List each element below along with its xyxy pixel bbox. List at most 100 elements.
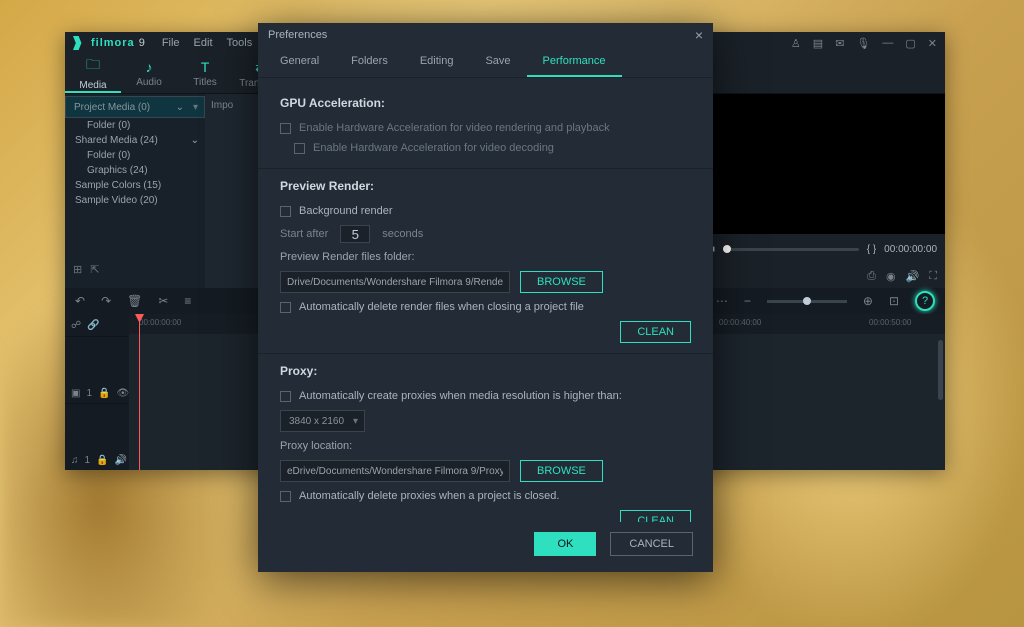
proxy-clean-button[interactable]: CLEAN <box>620 510 691 522</box>
mixer-icon[interactable]: ⋯ <box>716 294 728 308</box>
menu-file[interactable]: File <box>162 37 180 49</box>
prefs-titlebar: Preferences × <box>258 23 713 47</box>
proxy-resolution-select[interactable]: 3840 x 2160 <box>280 410 365 432</box>
volume-icon[interactable]: 🔊 <box>906 270 920 283</box>
tab-general[interactable]: General <box>264 47 335 77</box>
auto-delete-render[interactable]: Automatically delete render files when c… <box>280 297 691 317</box>
undo-button[interactable]: ↶ <box>75 294 85 308</box>
prefs-tabs: General Folders Editing Save Performance <box>258 47 713 78</box>
render-clean-button[interactable]: CLEAN <box>620 321 691 343</box>
preferences-dialog: Preferences × General Folders Editing Sa… <box>258 23 713 572</box>
delete-button[interactable]: 🗑 <box>127 294 142 308</box>
checkbox-icon[interactable] <box>294 143 305 154</box>
tick-2: 00:00:50:00 <box>869 318 911 327</box>
split-button[interactable]: ✂ <box>158 294 168 308</box>
mark-in-out[interactable]: { } <box>867 244 876 255</box>
tab-save[interactable]: Save <box>469 47 526 77</box>
gpu-head: GPU Acceleration: <box>280 96 691 110</box>
audio-track-icon: ♫ <box>71 455 79 466</box>
tab-performance[interactable]: Performance <box>527 47 622 77</box>
chevron-down-icon: ⌄ <box>191 135 199 146</box>
speaker-icon[interactable]: 🔊 <box>115 455 127 466</box>
checkbox-icon[interactable] <box>280 302 291 313</box>
lock-icon[interactable]: 🔒 <box>96 455 108 466</box>
window-close[interactable]: ✕ <box>928 37 937 50</box>
tick-1: 00:00:40:00 <box>719 318 761 327</box>
proxy-loc-input[interactable] <box>280 460 510 482</box>
menu-tools[interactable]: Tools <box>227 37 253 49</box>
mic-icon[interactable]: 🎙 <box>856 37 870 50</box>
lib-shared-media[interactable]: Shared Media (24)⌄ <box>65 133 205 148</box>
redo-button[interactable]: ↷ <box>101 294 111 308</box>
fullscreen-icon[interactable]: ⛶ <box>929 270 937 283</box>
checkbox-icon[interactable] <box>280 391 291 402</box>
bg-render-option[interactable]: Background render <box>280 201 691 221</box>
lock-icon[interactable]: 🔒 <box>98 388 110 399</box>
tab-folders[interactable]: Folders <box>335 47 404 77</box>
lib-folder-0a[interactable]: Folder (0) <box>65 118 205 133</box>
lib-sample-video[interactable]: Sample Video (20) <box>65 193 205 208</box>
render-browse-button[interactable]: BROWSE <box>520 271 603 293</box>
checkbox-icon[interactable] <box>280 123 291 134</box>
library-panel: Project Media (0)⌄ Folder (0) Shared Med… <box>65 94 205 288</box>
mail-icon[interactable]: ✉ <box>835 37 844 50</box>
zoom-slider[interactable] <box>767 300 847 303</box>
help-button[interactable]: ? <box>915 291 935 311</box>
preview-scrubber[interactable] <box>723 248 859 251</box>
cancel-button[interactable]: CANCEL <box>610 532 693 556</box>
zoom-in-icon[interactable]: ⊕ <box>863 294 873 308</box>
adjust-button[interactable]: ≡ <box>184 294 191 308</box>
menu-edit[interactable]: Edit <box>194 37 213 49</box>
checkbox-icon[interactable] <box>280 206 291 217</box>
lib-graphics[interactable]: Graphics (24) <box>65 163 205 178</box>
playhead[interactable] <box>139 314 140 470</box>
import-folder-icon[interactable]: ⇱ <box>90 263 99 276</box>
zoom-out-icon[interactable]: − <box>744 294 751 308</box>
proxy-auto-delete[interactable]: Automatically delete proxies when a proj… <box>280 486 691 506</box>
preview-timecode: 00:00:00:00 <box>884 244 937 255</box>
brand: filmora 9 <box>73 36 146 50</box>
brand-suffix: 9 <box>139 37 146 49</box>
lib-sample-colors[interactable]: Sample Colors (15) <box>65 178 205 193</box>
timeline-scrollbar[interactable] <box>938 340 943 400</box>
notes-icon[interactable]: ▤ <box>813 37 823 50</box>
new-folder-icon[interactable]: ⊞ <box>73 263 82 276</box>
proxy-loc-label: Proxy location: <box>280 436 691 456</box>
user-icon[interactable]: ♙ <box>791 37 801 50</box>
tab-audio[interactable]: ♪Audio <box>121 54 177 93</box>
eye-icon[interactable]: 👁 <box>116 388 129 399</box>
proxy-head: Proxy: <box>280 364 691 378</box>
close-button[interactable]: × <box>695 27 703 43</box>
proxy-browse-button[interactable]: BROWSE <box>520 460 603 482</box>
gpu-option-render[interactable]: Enable Hardware Acceleration for video r… <box>280 118 691 138</box>
start-after-input[interactable] <box>340 225 370 243</box>
fit-icon[interactable]: ⊡ <box>889 294 899 308</box>
render-folder-input[interactable] <box>280 271 510 293</box>
checkbox-icon[interactable] <box>280 491 291 502</box>
tab-titles[interactable]: TTitles <box>177 54 233 93</box>
titles-icon: T <box>201 59 210 75</box>
music-icon: ♪ <box>146 59 153 75</box>
snapshot-icon[interactable]: ⎙ <box>867 270 876 283</box>
tick-start: 00:00:00:00 <box>139 318 181 327</box>
ok-button[interactable]: OK <box>534 532 596 556</box>
render-folder-label: Preview Render files folder: <box>280 247 691 267</box>
proxy-auto-create[interactable]: Automatically create proxies when media … <box>280 386 691 406</box>
prefs-body: GPU Acceleration: Enable Hardware Accele… <box>258 78 713 522</box>
start-after-label: Start after <box>280 228 328 240</box>
chain-icon[interactable]: 🔗 <box>87 320 99 331</box>
prefs-title-text: Preferences <box>268 29 327 41</box>
tab-media[interactable]: 🗀Media <box>65 54 121 93</box>
brand-text: filmora <box>91 37 135 49</box>
preview-video[interactable] <box>685 94 945 234</box>
window-maximize[interactable]: ▢ <box>905 37 915 50</box>
window-minimize[interactable]: — <box>882 37 893 49</box>
camera-icon[interactable]: ◉ <box>886 270 896 283</box>
lib-project-media[interactable]: Project Media (0)⌄ <box>65 96 205 118</box>
tab-editing[interactable]: Editing <box>404 47 470 77</box>
lib-folder-0b[interactable]: Folder (0) <box>65 148 205 163</box>
video-track-icon: ▣ <box>71 388 80 399</box>
link-icon[interactable]: ☍ <box>71 320 81 331</box>
titlebar-right: ♙ ▤ ✉ 🎙 — ▢ ✕ <box>791 37 937 50</box>
gpu-option-decode[interactable]: Enable Hardware Acceleration for video d… <box>294 138 691 158</box>
